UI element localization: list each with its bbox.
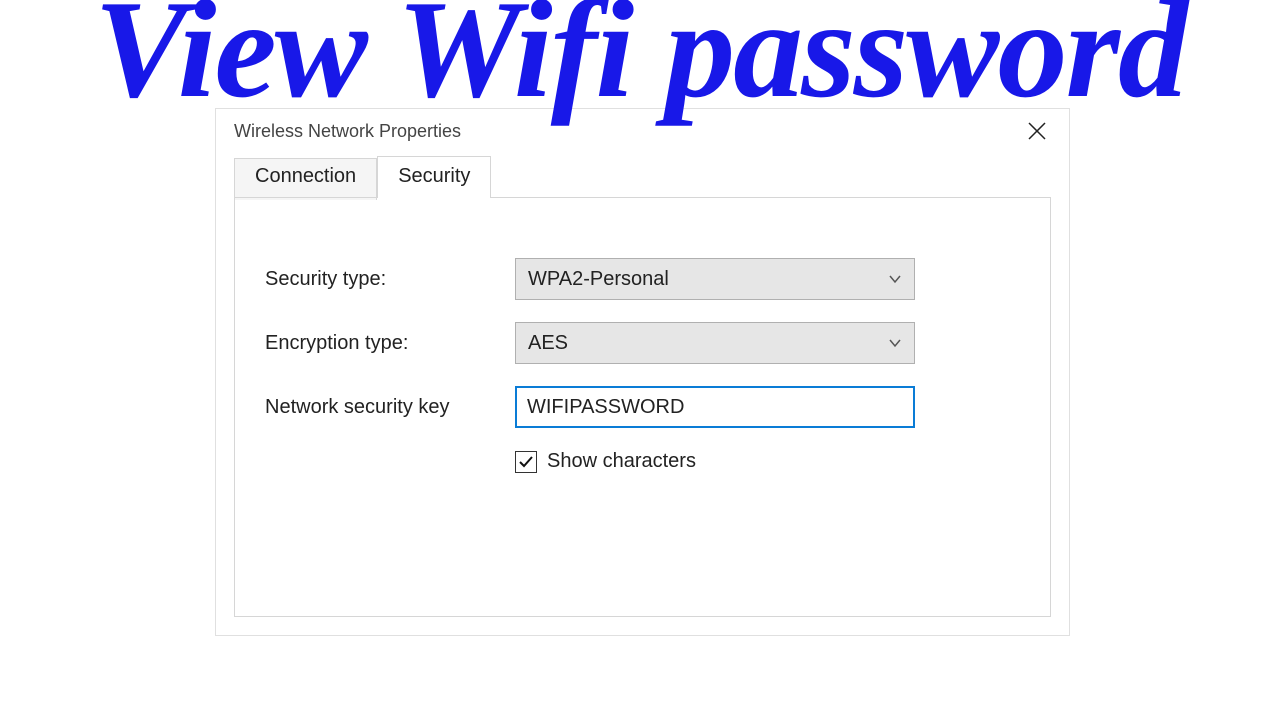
tab-panel-security: Security type: WPA2-Personal Encryption …	[234, 197, 1051, 617]
security-type-value: WPA2-Personal	[528, 268, 669, 291]
headline-overlay: View Wifi password	[0, 0, 1280, 120]
chevron-down-icon	[888, 336, 902, 350]
tab-strip: Connection Security	[216, 155, 1069, 197]
label-show-characters[interactable]: Show characters	[547, 450, 696, 473]
encryption-type-dropdown[interactable]: AES	[515, 322, 915, 364]
chevron-down-icon	[888, 272, 902, 286]
encryption-type-value: AES	[528, 332, 568, 355]
show-characters-checkbox[interactable]	[515, 451, 537, 473]
network-key-input[interactable]	[515, 386, 915, 428]
close-button[interactable]	[1013, 109, 1061, 153]
check-icon	[518, 454, 534, 470]
row-encryption-type: Encryption type: AES	[265, 322, 1020, 364]
label-security-type: Security type:	[265, 268, 515, 291]
label-encryption-type: Encryption type:	[265, 332, 515, 355]
label-network-key: Network security key	[265, 396, 515, 419]
row-security-type: Security type: WPA2-Personal	[265, 258, 1020, 300]
row-network-key: Network security key	[265, 386, 1020, 428]
security-type-dropdown[interactable]: WPA2-Personal	[515, 258, 915, 300]
tab-security[interactable]: Security	[377, 156, 491, 198]
close-icon	[1028, 122, 1046, 140]
row-show-characters: Show characters	[515, 450, 1020, 473]
network-properties-dialog: Wireless Network Properties Connection S…	[215, 108, 1070, 636]
tab-connection[interactable]: Connection	[234, 158, 377, 200]
